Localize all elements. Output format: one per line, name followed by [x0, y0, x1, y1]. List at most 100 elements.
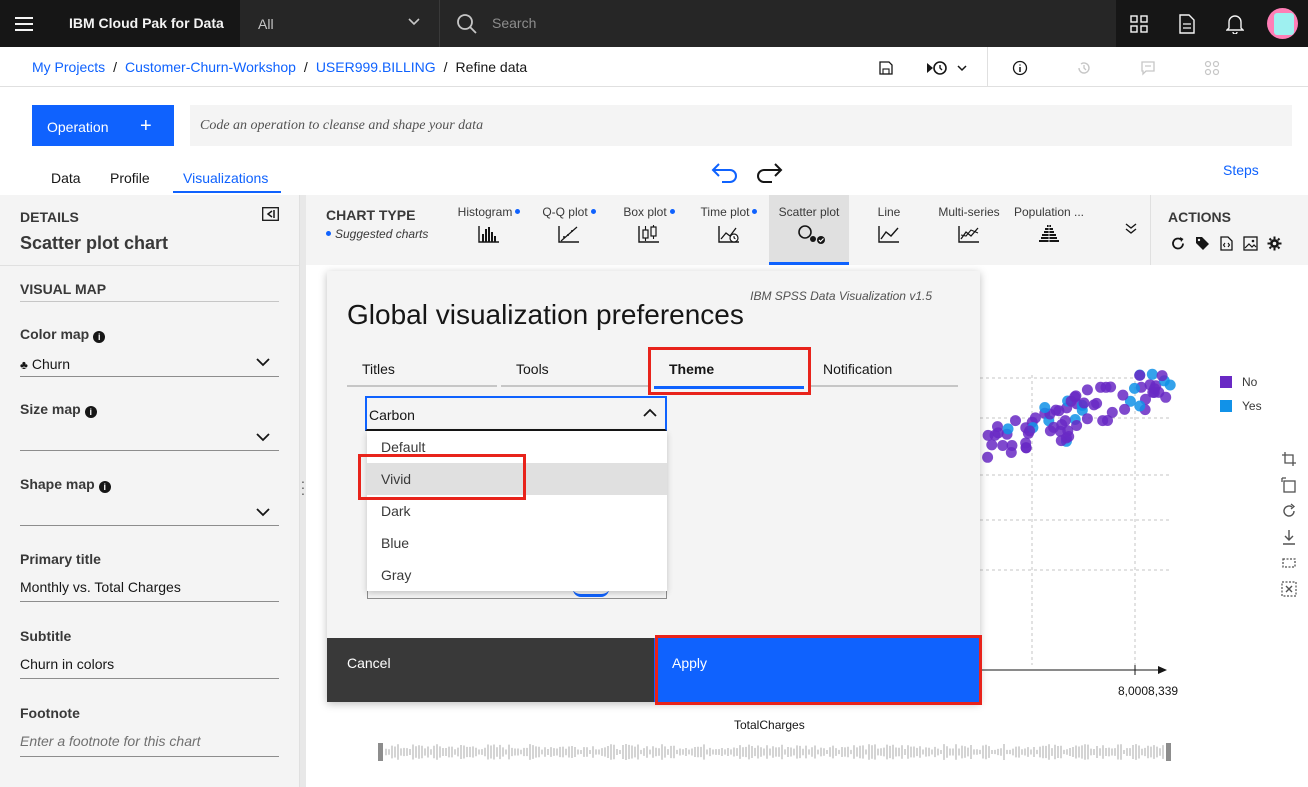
color-map-select[interactable]: ♣ Churn — [20, 356, 70, 372]
time-plot-icon — [717, 224, 741, 244]
refresh-icon[interactable] — [1171, 236, 1186, 251]
info-icon[interactable]: i — [98, 481, 111, 493]
scatter-point — [986, 439, 998, 451]
theme-select[interactable]: Carbon — [365, 396, 667, 431]
chevron-down-icon[interactable] — [256, 358, 270, 367]
scatter-point — [982, 429, 994, 441]
scatter-point — [1048, 421, 1060, 433]
document-icon[interactable] — [1163, 0, 1211, 47]
code-operation-input[interactable]: Code an operation to cleanse and shape y… — [190, 105, 1292, 146]
undo-icon[interactable] — [710, 160, 740, 184]
undo-zoom-icon[interactable] — [1281, 477, 1297, 493]
scatter-point — [1129, 382, 1140, 394]
user-avatar[interactable] — [1267, 8, 1298, 39]
settings-gear-icon[interactable] — [1267, 236, 1282, 251]
chart-type-qq-plot[interactable]: Q-Q plot — [529, 195, 609, 265]
breadcrumb-asset[interactable]: USER999.BILLING — [316, 59, 436, 75]
search-input[interactable]: Search — [440, 0, 1116, 47]
chevron-up-icon — [643, 408, 657, 417]
breadcrumb-my-projects[interactable]: My Projects — [32, 59, 105, 75]
theme-option-blue[interactable]: Blue — [367, 527, 667, 559]
chart-type-bar: CHART TYPE Suggested charts Histogram Q-… — [306, 195, 1150, 265]
x-axis-tick-label: 8,0008,339 — [1118, 684, 1179, 698]
chart-type-scatter-plot[interactable]: Scatter plot — [769, 195, 849, 265]
range-slider[interactable] — [378, 742, 1171, 764]
redo-icon[interactable] — [754, 160, 784, 184]
expand-chart-types-icon[interactable] — [1125, 223, 1137, 235]
scatter-point — [1097, 415, 1109, 427]
info-icon[interactable]: i — [84, 406, 97, 418]
search-scope-dropdown[interactable]: All — [240, 0, 440, 47]
legend-label-yes[interactable]: Yes — [1242, 399, 1262, 413]
modal-version-label: IBM SPSS Data Visualization v1.5 — [750, 289, 932, 303]
theme-option-gray[interactable]: Gray — [367, 559, 667, 591]
steps-link[interactable]: Steps — [1223, 162, 1259, 178]
subtitle-label: Subtitle — [20, 628, 72, 644]
scatter-point — [1134, 400, 1146, 412]
modal-tab-notification[interactable]: Notification — [823, 361, 892, 377]
save-icon[interactable] — [875, 57, 897, 79]
chevron-down-icon[interactable] — [256, 433, 270, 442]
chevron-down-icon — [408, 18, 420, 26]
footnote-input[interactable]: Enter a footnote for this chart — [20, 733, 201, 749]
notification-bell-icon[interactable] — [1211, 0, 1259, 47]
modal-tab-tools[interactable]: Tools — [516, 361, 549, 377]
scatter-plot-icon — [797, 224, 827, 246]
breadcrumb-project[interactable]: Customer-Churn-Workshop — [125, 59, 296, 75]
subtitle-input[interactable]: Churn in colors — [20, 656, 114, 672]
scatter-point — [1119, 403, 1131, 415]
reset-icon[interactable] — [1281, 503, 1297, 519]
legend-swatch-no — [1220, 376, 1232, 388]
apps-icon[interactable] — [1115, 0, 1163, 47]
hamburger-menu-icon[interactable] — [0, 0, 48, 47]
history-icon[interactable] — [1073, 57, 1095, 79]
size-map-label: Size map i — [20, 401, 97, 418]
relationship-icon[interactable] — [1201, 57, 1223, 79]
primary-title-input[interactable]: Monthly vs. Total Charges — [20, 579, 181, 595]
operation-button[interactable]: Operation + — [32, 105, 174, 146]
scatter-point — [1010, 415, 1021, 427]
color-map-label: Color map i — [20, 326, 106, 343]
visual-map-heading: VISUAL MAP — [20, 281, 107, 297]
chart-type-multi-series[interactable]: Multi-series — [929, 195, 1009, 265]
breadcrumb: My Projects / Customer-Churn-Workshop / USER… — [32, 59, 528, 75]
download-icon[interactable] — [1281, 529, 1297, 545]
legend-swatch-yes — [1220, 400, 1232, 412]
suggested-charts-note: Suggested charts — [326, 227, 428, 241]
scatter-point — [1105, 381, 1117, 393]
tab-visualizations[interactable]: Visualizations — [183, 170, 268, 186]
chart-type-population-pyramid[interactable]: Population ... — [1009, 195, 1089, 265]
crop-icon[interactable] — [1281, 451, 1297, 467]
modal-tab-titles[interactable]: Titles — [362, 361, 395, 377]
scatter-point — [1020, 437, 1032, 449]
info-icon[interactable]: i — [93, 331, 106, 343]
code-export-icon[interactable] — [1219, 236, 1234, 251]
brand-name[interactable]: IBM Cloud Pak for Data — [69, 15, 224, 31]
actions-heading: ACTIONS — [1168, 209, 1231, 225]
info-icon[interactable] — [1009, 57, 1031, 79]
image-export-icon[interactable] — [1243, 236, 1258, 251]
fit-icon[interactable] — [1281, 555, 1297, 571]
search-icon — [456, 13, 478, 35]
chart-type-box-plot[interactable]: Box plot — [609, 195, 689, 265]
cancel-button[interactable]: Cancel — [327, 638, 654, 702]
tag-icon[interactable] — [1195, 236, 1210, 251]
legend-label-no[interactable]: No — [1242, 375, 1257, 389]
scatter-point — [1059, 415, 1071, 427]
comment-icon[interactable] — [1137, 57, 1159, 79]
chart-type-time-plot[interactable]: Time plot — [689, 195, 769, 265]
tab-data[interactable]: Data — [51, 170, 81, 186]
scatter-point — [1081, 413, 1093, 425]
collapse-panel-icon[interactable] — [262, 207, 279, 221]
theme-select-value: Carbon — [369, 407, 415, 423]
chevron-down-icon[interactable] — [256, 508, 270, 517]
tab-profile[interactable]: Profile — [110, 170, 150, 186]
modal-title: Global visualization preferences — [347, 299, 744, 330]
run-history-icon[interactable] — [922, 57, 970, 79]
scatter-point — [1095, 381, 1107, 393]
scatter-point — [1053, 405, 1065, 417]
clear-selection-icon[interactable] — [1281, 581, 1297, 597]
chart-type-line[interactable]: Line — [849, 195, 929, 265]
chart-type-histogram[interactable]: Histogram — [449, 195, 529, 265]
code-operation-placeholder: Code an operation to cleanse and shape y… — [200, 118, 484, 133]
